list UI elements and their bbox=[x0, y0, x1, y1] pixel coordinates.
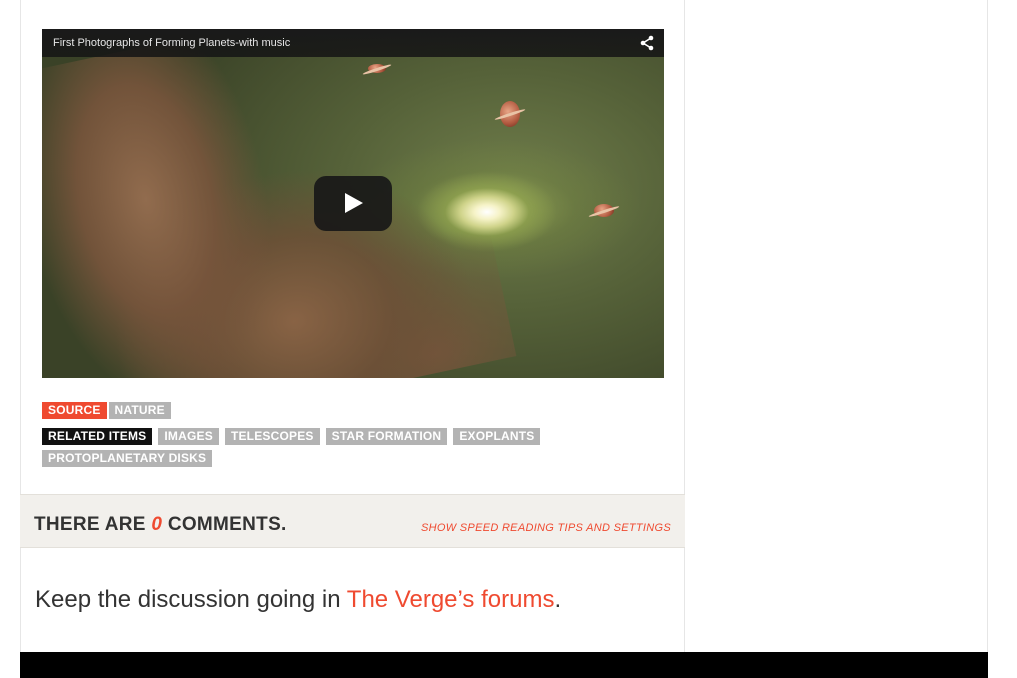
forums-link[interactable]: The Verge’s forums bbox=[347, 586, 555, 613]
play-button[interactable] bbox=[314, 176, 392, 231]
related-tag-images[interactable]: IMAGES bbox=[158, 428, 219, 445]
play-icon bbox=[345, 193, 363, 213]
related-tags-row-2: PROTOPLANETARY DISKS bbox=[42, 450, 213, 468]
source-tags: SOURCE NATURE bbox=[42, 402, 171, 420]
footer-bar bbox=[20, 652, 988, 678]
planet-image bbox=[500, 101, 520, 127]
source-label: SOURCE bbox=[42, 402, 107, 419]
comments-heading: THERE ARE 0 COMMENTS. bbox=[34, 514, 287, 536]
speed-reading-link[interactable]: SHOW SPEED READING TIPS AND SETTINGS bbox=[421, 522, 671, 534]
planet-image bbox=[594, 204, 614, 217]
comments-prefix: THERE ARE bbox=[34, 514, 152, 535]
related-tag-star-formation[interactable]: STAR FORMATION bbox=[325, 428, 448, 445]
video-player[interactable]: First Photographs of Forming Planets-wit… bbox=[42, 29, 664, 378]
video-title-bar: First Photographs of Forming Planets-wit… bbox=[42, 29, 664, 57]
related-items-label: RELATED ITEMS bbox=[42, 428, 153, 445]
related-tags: RELATED ITEMS IMAGES TELESCOPES STAR FOR… bbox=[42, 428, 541, 446]
planet-image bbox=[368, 64, 386, 73]
discussion-suffix: . bbox=[554, 586, 562, 613]
discussion-prompt: Keep the discussion going in The Verge’s… bbox=[35, 586, 561, 614]
discussion-prefix: Keep the discussion going in bbox=[35, 586, 347, 613]
source-tag-nature[interactable]: NATURE bbox=[108, 402, 171, 419]
sidebar-column bbox=[685, 0, 988, 652]
share-icon[interactable] bbox=[640, 35, 654, 51]
related-tag-exoplants[interactable]: EXOPLANTS bbox=[453, 428, 541, 445]
related-tag-telescopes[interactable]: TELESCOPES bbox=[224, 428, 320, 445]
comments-count: 0 bbox=[151, 514, 163, 535]
comments-bar: THERE ARE 0 COMMENTS. SHOW SPEED READING… bbox=[20, 494, 685, 548]
related-tag-protoplanetary-disks[interactable]: PROTOPLANETARY DISKS bbox=[42, 450, 213, 467]
video-title[interactable]: First Photographs of Forming Planets-wit… bbox=[53, 37, 290, 49]
comments-suffix: COMMENTS. bbox=[162, 514, 287, 535]
dust-cloud-image bbox=[42, 29, 517, 378]
